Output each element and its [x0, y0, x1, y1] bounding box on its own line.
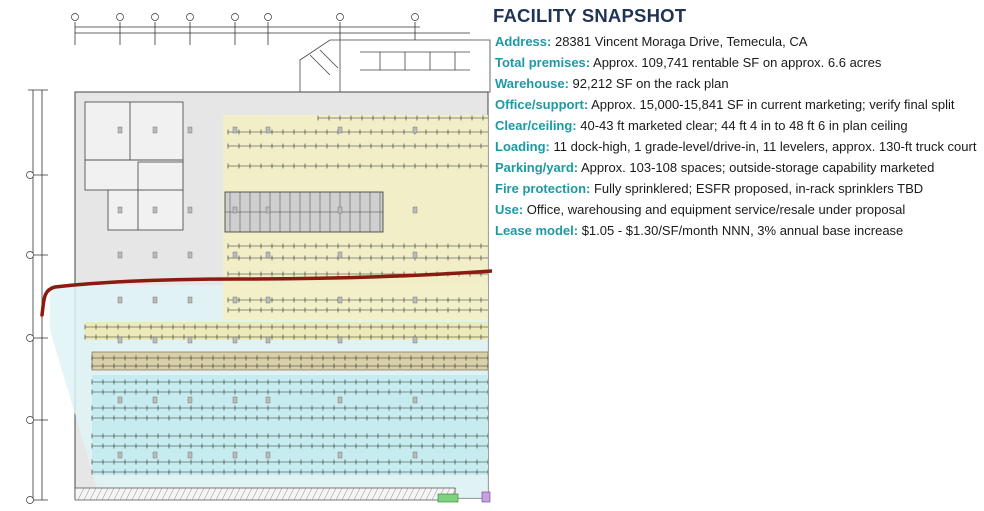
column-marker: [337, 251, 343, 259]
column-marker: [232, 296, 238, 304]
snapshot-label: Fire protection:: [495, 181, 591, 196]
column-marker: [337, 396, 343, 404]
office-block: [299, 39, 491, 93]
column-marker: [117, 206, 123, 214]
snapshot-row: Fire protection: Fully sprinklered; ESFR…: [495, 178, 981, 199]
snapshot-value: 11 dock-high, 1 grade-level/drive-in, 11…: [549, 139, 977, 154]
snapshot-row: Parking/yard: Approx. 103-108 spaces; ou…: [495, 157, 981, 178]
column-marker: [152, 451, 158, 459]
snapshot-value: 92,212 SF on the rack plan: [568, 76, 729, 91]
column-marker: [187, 451, 193, 459]
column-marker: [412, 126, 418, 134]
column-marker: [117, 336, 123, 344]
snapshot-row: Lease model: $1.05 - $1.30/SF/month NNN,…: [495, 220, 981, 241]
snapshot-row: Office/support: Approx. 15,000-15,841 SF…: [495, 94, 981, 115]
snapshot-label: Lease model:: [495, 223, 579, 238]
snapshot-value: 40-43 ft marketed clear; 44 ft 4 in to 4…: [576, 118, 908, 133]
grid-bubbles-top: [71, 13, 419, 21]
column-marker: [265, 296, 271, 304]
column-marker: [152, 396, 158, 404]
column-marker: [337, 296, 343, 304]
column-marker: [337, 126, 343, 134]
column-marker: [152, 126, 158, 134]
column-marker: [265, 396, 271, 404]
column-marker: [187, 336, 193, 344]
column-marker: [187, 396, 193, 404]
column-marker: [412, 451, 418, 459]
column-marker: [412, 206, 418, 214]
snapshot-label: Clear/ceiling:: [495, 118, 577, 133]
grid-bubbles-left: [26, 171, 34, 504]
column-marker: [265, 251, 271, 259]
snapshot-row: Loading: 11 dock-high, 1 grade-level/dri…: [495, 136, 981, 157]
column-marker: [232, 451, 238, 459]
snapshot-value: Approx. 109,741 rentable SF on approx. 6…: [590, 55, 882, 70]
column-marker: [265, 451, 271, 459]
snapshot-value: Fully sprinklered; ESFR proposed, in-rac…: [590, 181, 924, 196]
snapshot-label: Address:: [495, 34, 552, 49]
column-marker: [152, 251, 158, 259]
column-marker: [337, 336, 343, 344]
facility-snapshot-panel: FACILITY SNAPSHOT Address: 28381 Vincent…: [493, 5, 981, 241]
column-marker: [117, 451, 123, 459]
column-marker: [232, 126, 238, 134]
panel-title: FACILITY SNAPSHOT: [493, 5, 687, 26]
column-marker: [232, 396, 238, 404]
column-marker: [265, 206, 271, 214]
column-marker: [117, 396, 123, 404]
column-marker: [412, 396, 418, 404]
snapshot-row: Total premises: Approx. 109,741 rentable…: [495, 52, 981, 73]
column-marker: [152, 206, 158, 214]
column-marker: [232, 336, 238, 344]
snapshot-value: Office, warehousing and equipment servic…: [523, 202, 906, 217]
snapshot-label: Use:: [495, 202, 524, 217]
snapshot-label: Loading:: [495, 139, 550, 154]
column-marker: [412, 296, 418, 304]
snapshot-row: Clear/ceiling: 40-43 ft marketed clear; …: [495, 115, 981, 136]
column-marker: [265, 336, 271, 344]
snapshot-label: Total premises:: [495, 55, 591, 70]
column-marker: [412, 251, 418, 259]
snapshot-label: Parking/yard:: [495, 160, 579, 175]
snapshot-value: Approx. 15,000-15,841 SF in current mark…: [588, 97, 955, 112]
column-marker: [337, 206, 343, 214]
snapshot-label: Warehouse:: [495, 76, 569, 91]
column-marker: [187, 206, 193, 214]
column-marker: [265, 126, 271, 134]
column-marker: [152, 296, 158, 304]
column-marker: [117, 251, 123, 259]
column-marker: [337, 451, 343, 459]
column-marker: [232, 206, 238, 214]
column-marker: [152, 336, 158, 344]
column-marker: [412, 336, 418, 344]
column-marker: [232, 251, 238, 259]
column-marker: [187, 296, 193, 304]
snapshot-value: Approx. 103-108 spaces; outside-storage …: [578, 160, 935, 175]
snapshot-row: Address: 28381 Vincent Moraga Drive, Tem…: [495, 31, 981, 52]
snapshot-row: Use: Office, warehousing and equipment s…: [495, 199, 981, 220]
floor-plan: [0, 0, 492, 511]
snapshot-value: 28381 Vincent Moraga Drive, Temecula, CA: [551, 34, 808, 49]
dock-strip: [74, 487, 491, 503]
column-marker: [117, 126, 123, 134]
column-marker: [187, 251, 193, 259]
snapshot-row: Warehouse: 92,212 SF on the rack plan: [495, 73, 981, 94]
column-marker: [117, 296, 123, 304]
column-marker: [187, 126, 193, 134]
snapshot-label: Office/support:: [495, 97, 589, 112]
snapshot-value: $1.05 - $1.30/SF/month NNN, 3% annual ba…: [578, 223, 904, 238]
